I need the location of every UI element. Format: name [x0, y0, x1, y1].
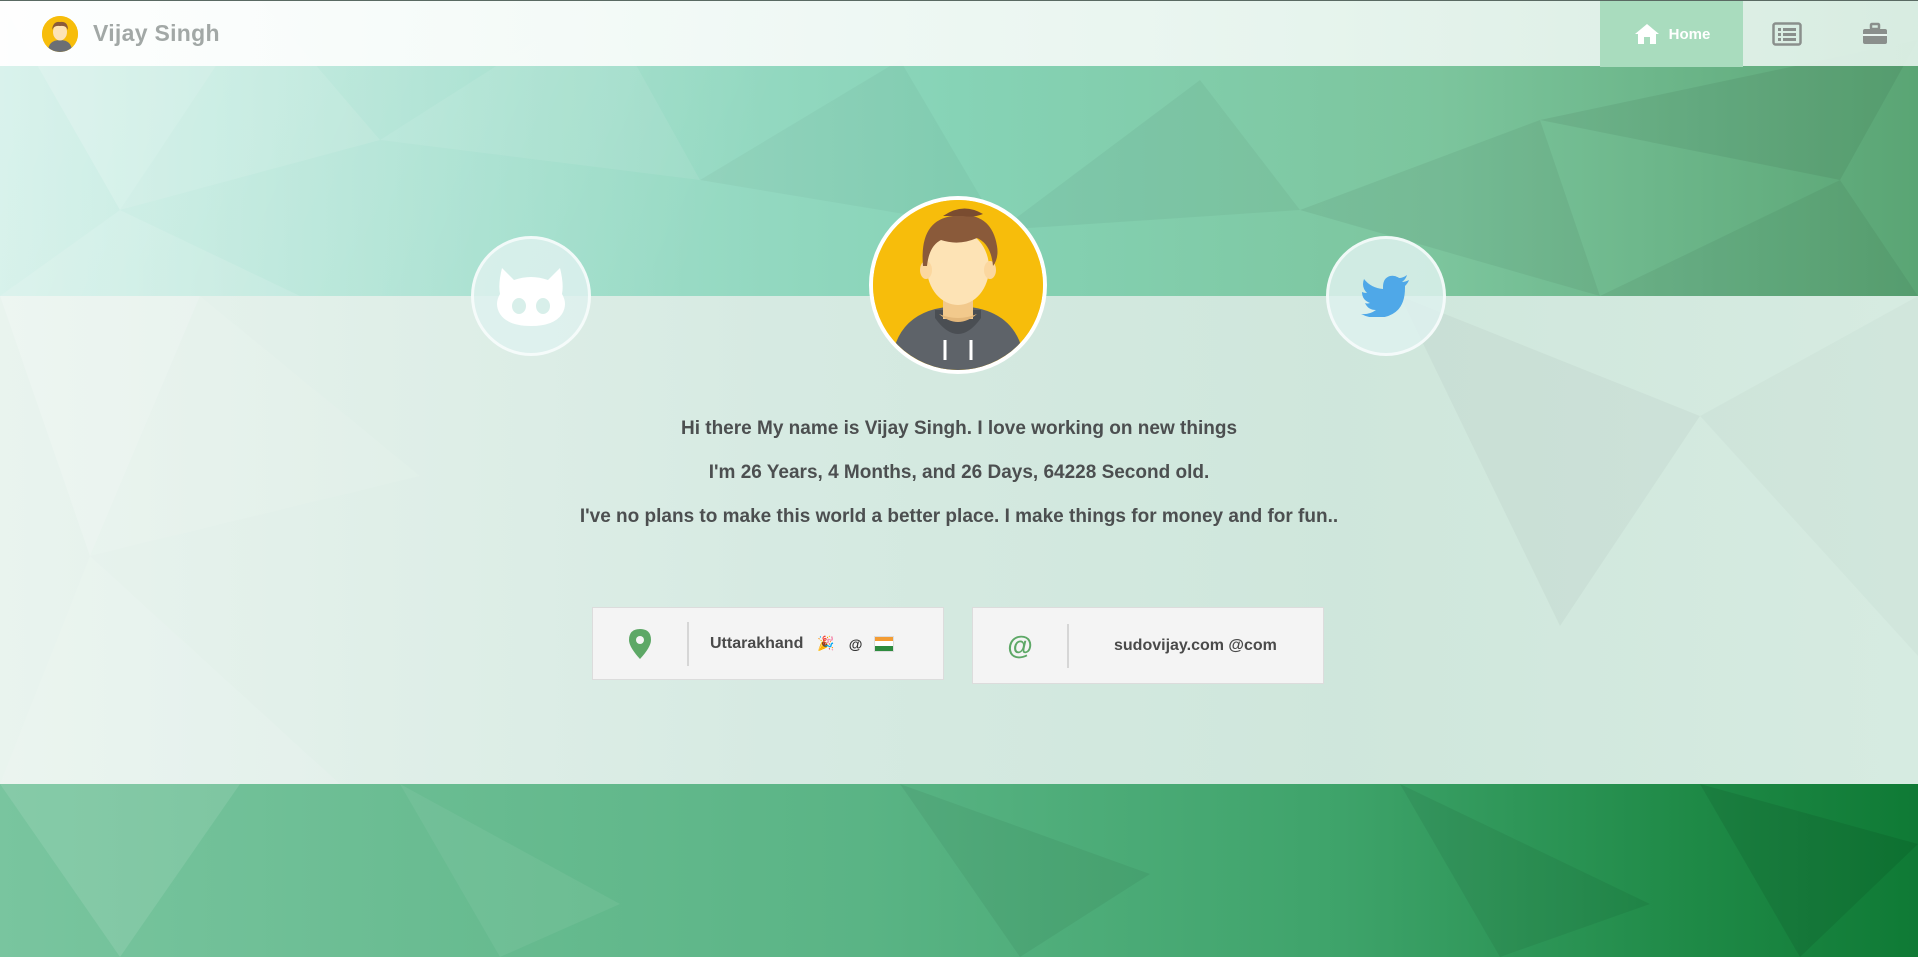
nav-work[interactable]: [1831, 1, 1918, 67]
twitter-link[interactable]: [1326, 236, 1446, 356]
main-nav: Home: [1600, 1, 1918, 67]
location-card-icon-cell: [593, 621, 689, 666]
home-icon: [1634, 24, 1659, 44]
india-flag-icon: [874, 635, 895, 652]
at-icon: @: [1007, 630, 1033, 660]
nav-home-label: Home: [1668, 25, 1711, 43]
party-emoji: 🎉: [817, 635, 835, 651]
top-navbar: Vijay Singh Home: [0, 0, 1918, 67]
location-name: Uttarakhand: [710, 634, 804, 652]
intro-tagline: I've no plans to make this world a bette…: [579, 506, 1339, 527]
intro-age: I'm 26 Years, 4 Months, and 26 Days, 642…: [708, 462, 1210, 483]
website-text[interactable]: sudovijay.com @com: [1114, 637, 1277, 655]
profile-avatar: [869, 196, 1047, 374]
site-title: Vijay Singh: [93, 20, 220, 46]
nav-home[interactable]: Home: [1600, 1, 1743, 67]
location-text: Uttarakhand 🎉 @: [710, 634, 895, 653]
map-pin-icon: [629, 628, 651, 659]
github-link[interactable]: [471, 236, 591, 356]
intro-greeting: Hi there My name is Vijay Singh. I love …: [680, 418, 1238, 439]
twitter-icon: [1361, 275, 1409, 317]
website-card[interactable]: @ sudovijay.com @com: [972, 607, 1324, 684]
hero-background-bottom: [0, 784, 1918, 957]
location-at: @: [848, 635, 863, 652]
github-icon: [497, 268, 565, 326]
brand[interactable]: Vijay Singh: [42, 15, 220, 52]
website-card-icon-cell: @: [973, 623, 1069, 668]
location-card: Uttarakhand 🎉 @: [592, 607, 944, 680]
brand-avatar: [42, 15, 78, 52]
nav-resume[interactable]: [1743, 1, 1831, 67]
briefcase-icon: [1862, 22, 1887, 44]
resume-list-icon: [1772, 22, 1802, 46]
